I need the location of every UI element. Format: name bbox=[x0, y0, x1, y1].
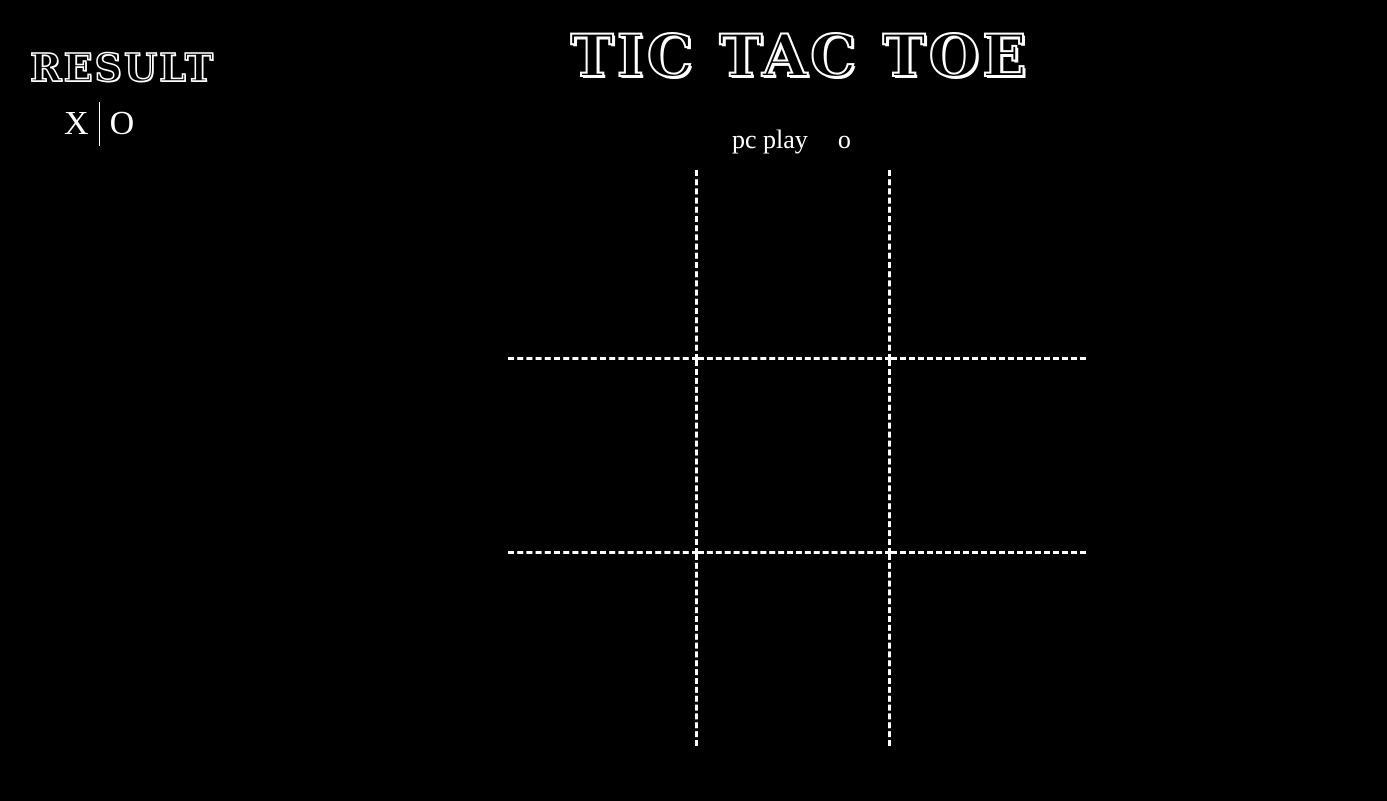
turn-status-text: pc play bbox=[732, 125, 808, 154]
turn-status-symbol: o bbox=[837, 125, 851, 154]
board-cell-6[interactable] bbox=[891, 360, 1086, 554]
game-board bbox=[508, 170, 1086, 746]
score-o-label: O bbox=[109, 105, 135, 142]
board-cell-1[interactable] bbox=[508, 170, 698, 360]
game-title: TIC TAC TOE bbox=[570, 21, 1030, 91]
board-cell-2[interactable] bbox=[698, 170, 891, 360]
board-cell-8[interactable] bbox=[698, 554, 891, 746]
board-cell-9[interactable] bbox=[891, 554, 1086, 746]
board-cell-3[interactable] bbox=[891, 170, 1086, 360]
board-cell-5[interactable] bbox=[698, 360, 891, 554]
score-x-label: X bbox=[64, 105, 89, 142]
board-cell-7[interactable] bbox=[508, 554, 698, 746]
board-cell-4[interactable] bbox=[508, 360, 698, 554]
score-row: X O bbox=[64, 102, 134, 146]
turn-status: pc play o bbox=[732, 124, 851, 156]
